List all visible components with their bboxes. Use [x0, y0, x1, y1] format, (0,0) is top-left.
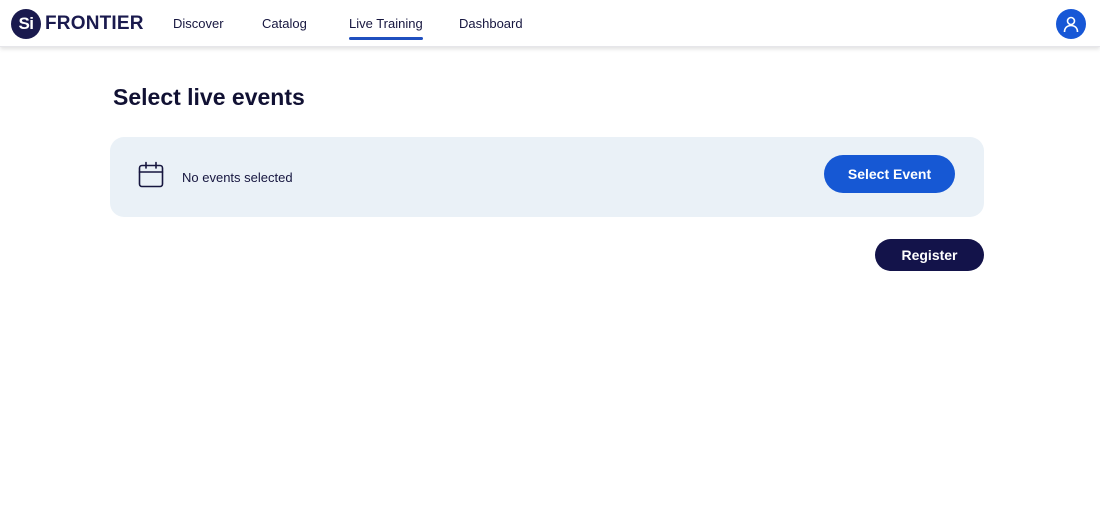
nav-discover[interactable]: Discover [173, 0, 224, 47]
logo-badge: Si [11, 9, 41, 39]
register-button[interactable]: Register [875, 239, 984, 271]
top-nav-bar: Si FRONTIER Discover Catalog Live Traini… [0, 0, 1100, 47]
user-icon [1063, 16, 1079, 33]
nav-catalog[interactable]: Catalog [262, 0, 307, 47]
user-menu-button[interactable] [1056, 9, 1086, 39]
page-title: Select live events [113, 84, 305, 110]
no-events-text: No events selected [182, 170, 293, 185]
frontier-logo[interactable]: Si FRONTIER [11, 9, 144, 39]
nav-live-training[interactable]: Live Training [349, 0, 423, 47]
select-event-button[interactable]: Select Event [824, 155, 955, 193]
logo-text: FRONTIER [45, 13, 144, 34]
calendar-icon [138, 161, 164, 188]
nav-dashboard[interactable]: Dashboard [459, 0, 523, 47]
selected-events-panel: No events selected Select Event [110, 137, 984, 217]
